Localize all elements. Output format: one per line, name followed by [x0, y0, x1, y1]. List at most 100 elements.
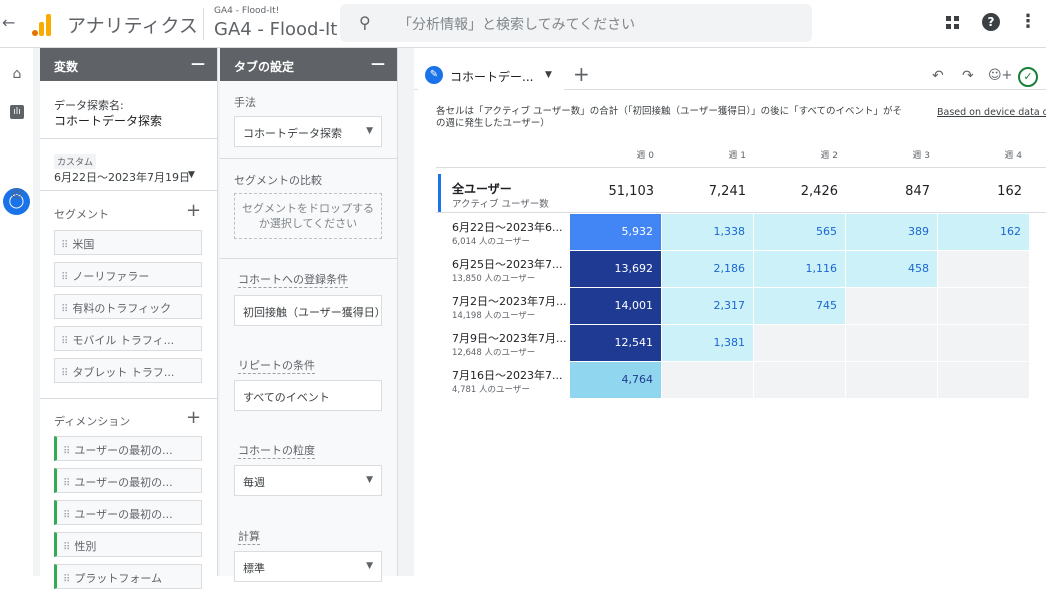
analytics-logo-icon — [31, 12, 53, 36]
search-bar[interactable]: ⚲ 「分析情報」と検索してみてください — [340, 4, 812, 42]
redo-icon[interactable]: ↷ — [962, 68, 974, 84]
dimension-chip[interactable]: ⠿ ユーザーの最初の... — [54, 500, 202, 525]
divider — [220, 258, 398, 259]
cohort-cell[interactable]: 5,932 — [570, 214, 661, 250]
cohort-row-label: 7月16日～2023年7... — [452, 369, 563, 382]
top-bar: ← アナリティクス GA4 - Flood-It! GA4 - Flood-It… — [0, 0, 1046, 48]
segment-chip[interactable]: ⠿ タブレット トラフ... — [54, 358, 202, 383]
segment-chip[interactable]: ⠿ モバイル トラフィ... — [54, 326, 202, 351]
drag-handle-icon: ⠿ — [61, 272, 69, 283]
tab-bar: ✎ コホートデー... ▼ + ↶ ↷ ☺+ ✓ — [414, 56, 1046, 90]
cohort-cell[interactable] — [846, 362, 937, 398]
cohort-cell[interactable]: 2,317 — [662, 288, 753, 324]
cohort-cell[interactable] — [938, 288, 1029, 324]
column-header: 週 3 — [912, 151, 930, 161]
total-value: 2,426 — [800, 184, 838, 199]
divider — [40, 138, 218, 139]
cohort-row-users: 13,850 人のユーザー — [452, 274, 536, 284]
dimensions-title: ディメンション — [54, 415, 131, 428]
date-range-selector[interactable]: 6月22日～2023年7月19日 — [54, 169, 190, 185]
column-header: 週 1 — [728, 151, 746, 161]
cohort-cell[interactable]: 12,541 — [570, 325, 661, 361]
add-dimension-icon[interactable]: + — [186, 407, 201, 428]
panel-gutter — [33, 48, 40, 576]
data-basis-link[interactable]: Based on device data only — [937, 107, 1046, 118]
add-tab-icon[interactable]: + — [573, 62, 590, 86]
exploration-name-input[interactable]: コホートデータ探索 — [54, 112, 162, 129]
search-placeholder[interactable]: 「分析情報」と検索してみてください — [398, 14, 635, 34]
cohort-cell[interactable] — [754, 325, 845, 361]
cohort-cell[interactable]: 1,338 — [662, 214, 753, 250]
more-vert-icon[interactable]: ⋮ — [1019, 11, 1037, 32]
dimension-chip[interactable]: ⠿ ユーザーの最初の... — [54, 436, 202, 461]
divider — [436, 212, 1046, 213]
drag-handle-icon: ⠿ — [61, 304, 69, 315]
cohort-cell[interactable]: 162 — [938, 214, 1029, 250]
cohort-cell[interactable] — [938, 325, 1029, 361]
total-row-metric: アクティブ ユーザー数 — [452, 199, 549, 210]
calculation-label: 計算 — [238, 530, 260, 545]
calculation-select[interactable]: 標準 ▼ — [234, 551, 382, 582]
cohort-cell[interactable]: 2,186 — [662, 251, 753, 287]
cohort-cell[interactable]: 458 — [846, 251, 937, 287]
return-criteria-field[interactable]: すべてのイベント — [234, 380, 382, 411]
segment-chip[interactable]: ⠿ 有料のトラフィック — [54, 294, 202, 319]
total-value: 7,241 — [708, 184, 746, 199]
home-icon[interactable]: ⌂ — [8, 65, 26, 83]
drag-handle-icon: ⠿ — [63, 446, 71, 457]
apps-grid-icon[interactable] — [946, 16, 960, 30]
undo-icon[interactable]: ↶ — [932, 68, 944, 84]
minimize-icon[interactable]: — — [191, 56, 205, 72]
minimize-icon[interactable]: — — [371, 56, 385, 72]
cohort-cell[interactable] — [846, 325, 937, 361]
cohort-cell[interactable]: 14,001 — [570, 288, 661, 324]
dimension-chip[interactable]: ⠿ プラットフォーム — [54, 564, 202, 589]
cohort-cell[interactable] — [846, 288, 937, 324]
advertising-icon[interactable]: ◎ — [8, 184, 26, 202]
app-title: アナリティクス — [67, 15, 198, 37]
divider — [220, 158, 398, 159]
help-icon[interactable]: ? — [982, 13, 1000, 31]
divider — [40, 190, 218, 191]
dimension-chip[interactable]: ⠿ ユーザーの最初の... — [54, 468, 202, 493]
technique-select[interactable]: コホートデータ探索 ▼ — [234, 116, 382, 147]
cohort-cell[interactable]: 1,381 — [662, 325, 753, 361]
cohort-cell[interactable] — [938, 251, 1029, 287]
cohort-cell[interactable] — [754, 362, 845, 398]
cohort-cell[interactable]: 565 — [754, 214, 845, 250]
cohort-inclusion-field[interactable]: 初回接触（ユーザー獲得日） — [234, 295, 382, 326]
technique-label: 手法 — [234, 96, 256, 109]
cohort-cell[interactable]: 389 — [846, 214, 937, 250]
chevron-down-icon[interactable]: ▼ — [545, 70, 552, 80]
cohort-cell[interactable]: 4,764 — [570, 362, 661, 398]
cohort-cell[interactable]: 13,692 — [570, 251, 661, 287]
dimension-chip[interactable]: ⠿ 性別 — [54, 532, 202, 557]
exploration-name-label: データ探索名: — [54, 99, 124, 112]
chevron-down-icon[interactable]: ▼ — [188, 170, 195, 180]
segment-dropzone[interactable]: セグメントをドロップするか選択してください — [234, 193, 382, 239]
tab-cohort[interactable]: ✎ コホートデー... ▼ — [418, 60, 564, 90]
share-people-icon[interactable]: ☺+ — [988, 68, 1012, 83]
segment-chip[interactable]: ⠿ ノーリファラー — [54, 262, 202, 287]
check-icon[interactable]: ✓ — [1018, 67, 1038, 87]
cohort-granularity-select[interactable]: 毎週 ▼ — [234, 465, 382, 496]
column-header: 週 4 — [1004, 151, 1022, 161]
cohort-row-users: 4,781 人のユーザー — [452, 385, 530, 395]
panel-gutter — [398, 48, 414, 576]
tab-settings-panel: タブの設定 — 手法 コホートデータ探索 ▼ セグメントの比較 セグメントをドロッ… — [220, 48, 398, 582]
arrow-back-icon[interactable]: ← — [2, 13, 15, 32]
column-header: 週 2 — [820, 151, 838, 161]
variables-title: 変数 — [54, 60, 79, 74]
cohort-cell[interactable]: 745 — [754, 288, 845, 324]
divider — [436, 167, 1046, 168]
reports-icon[interactable]: ılı — [10, 105, 24, 119]
cohort-granularity-label: コホートの粒度 — [238, 444, 315, 459]
cohort-cell[interactable] — [938, 362, 1029, 398]
property-selector[interactable]: GA4 - Flood-It! — [214, 19, 345, 40]
add-segment-icon[interactable]: + — [186, 200, 201, 221]
cohort-cell[interactable]: 1,116 — [754, 251, 845, 287]
cohort-row-users: 12,648 人のユーザー — [452, 348, 536, 358]
account-name[interactable]: GA4 - Flood-It! — [214, 6, 279, 16]
cohort-cell[interactable] — [662, 362, 753, 398]
segment-chip[interactable]: ⠿ 米国 — [54, 230, 202, 255]
